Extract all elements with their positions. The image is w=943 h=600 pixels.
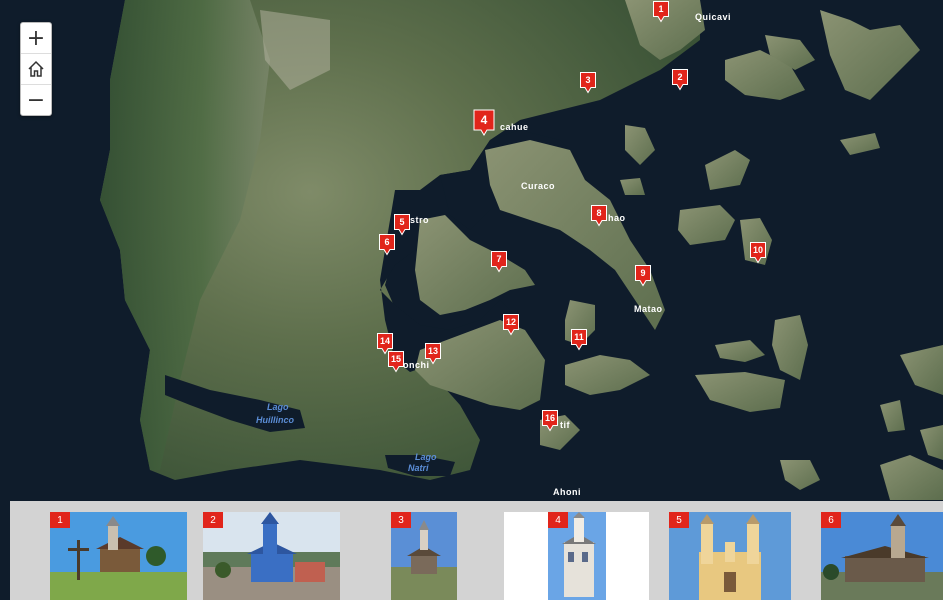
place-label-achao: hao — [608, 213, 626, 223]
home-button[interactable] — [21, 54, 51, 85]
thumbnail-number-badge: 3 — [391, 512, 411, 528]
zoom-out-button[interactable]: − — [21, 85, 51, 115]
place-label-ichuac: tif — [560, 420, 570, 430]
place-label-ahoni: Ahoni — [553, 487, 581, 497]
place-label-matao: Matao — [634, 304, 663, 314]
map-marker-label: 6 — [384, 237, 389, 247]
map-marker-label: 3 — [585, 75, 590, 85]
thumbnail-number-badge: 1 — [50, 512, 70, 528]
map-marker-label: 15 — [391, 354, 401, 364]
map-marker-label: 9 — [640, 268, 645, 278]
gallery-thumbnail-1[interactable]: 1 — [50, 512, 187, 600]
gallery-thumbnail-2[interactable]: 2 — [203, 512, 340, 600]
gallery-thumbnail-6[interactable]: 6 — [821, 512, 943, 600]
place-label-quicavi: Quicavi — [695, 12, 731, 22]
map-marker-label: 5 — [399, 217, 404, 227]
home-icon — [28, 60, 44, 77]
map-marker-label: 14 — [380, 336, 390, 346]
map-marker-label: 8 — [596, 208, 601, 218]
zoom-control: + − — [20, 22, 52, 116]
place-label-dalcahue: cahue — [500, 122, 529, 132]
place-label-chonchi: onchi — [403, 360, 430, 370]
thumbnail-number-badge: 2 — [203, 512, 223, 528]
church-photo — [50, 512, 187, 600]
lake-label-huillinco-2: Huillinco — [256, 415, 295, 425]
gallery-thumbnail-5[interactable]: 5 — [669, 512, 791, 600]
thumbnail-number-badge: 5 — [669, 512, 689, 528]
map-marker-label: 7 — [496, 254, 501, 264]
map-marker-label: 10 — [753, 245, 763, 255]
thumbnail-number-badge: 6 — [821, 512, 841, 528]
map-marker-label: 12 — [506, 317, 516, 327]
map-marker-label: 4 — [481, 113, 488, 127]
gallery-thumbnail-3[interactable]: 3 — [391, 512, 457, 600]
lake-label-natri-2: Natri — [408, 463, 429, 473]
place-label-castro: stro — [410, 215, 429, 225]
map-marker-label: 1 — [658, 4, 663, 14]
lake-label-huillinco-1: Lago — [267, 402, 289, 412]
photo-gallery-strip: 1 2 3 4 5 6 — [10, 501, 943, 600]
lake-label-natri-1: Lago — [415, 452, 437, 462]
map-marker-label: 11 — [574, 332, 584, 342]
map-marker-label: 2 — [677, 72, 682, 82]
thumbnail-number-badge: 4 — [548, 512, 568, 528]
map-marker-label: 13 — [428, 346, 438, 356]
place-label-curaco: Curaco — [521, 181, 555, 191]
map-marker-label: 16 — [545, 413, 555, 423]
church-photo — [203, 512, 340, 600]
gallery-thumbnail-4[interactable]: 4 — [504, 512, 649, 600]
zoom-in-button[interactable]: + — [21, 23, 51, 54]
